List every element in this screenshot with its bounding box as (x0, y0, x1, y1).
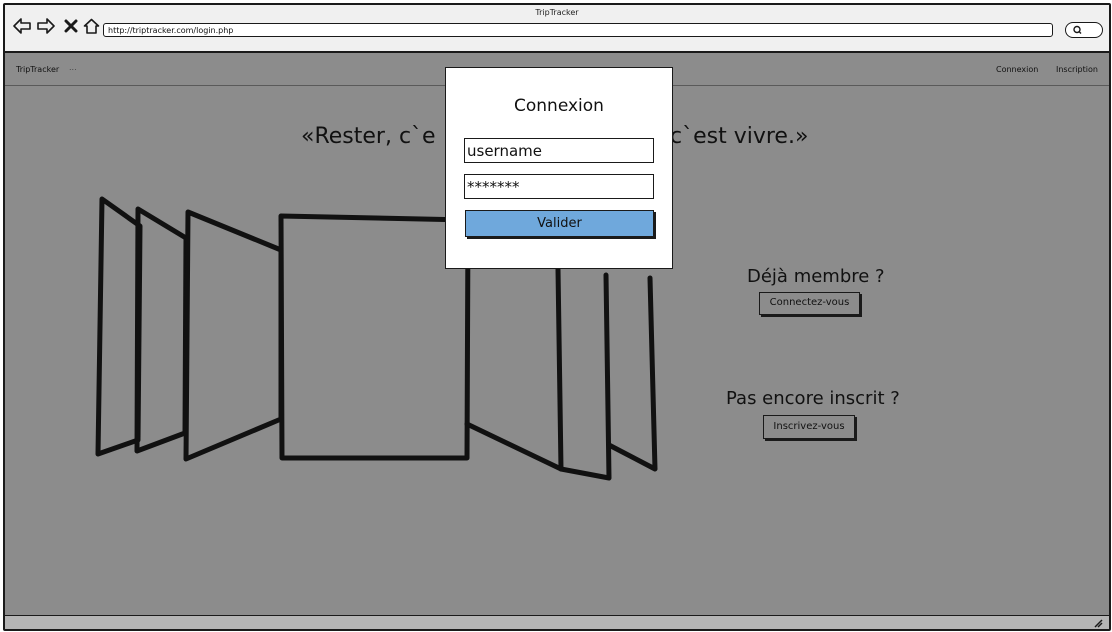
signup-heading: Pas encore inscrit ? (726, 388, 900, 409)
status-bar (5, 615, 1109, 629)
username-field[interactable] (464, 138, 654, 163)
modal-title: Connexion (514, 96, 604, 116)
signup-cta-button[interactable]: Inscrivez-vous (763, 415, 855, 439)
browser-search-button[interactable] (1065, 22, 1103, 38)
nav-link-connexion[interactable]: Connexion (996, 65, 1038, 74)
back-arrow-icon[interactable] (13, 17, 31, 35)
password-field[interactable] (464, 174, 654, 199)
forward-arrow-icon[interactable] (37, 17, 55, 35)
url-bar[interactable]: http://triptracker.com/login.php (103, 23, 1053, 37)
resize-grip-icon[interactable] (1093, 618, 1103, 629)
home-icon[interactable] (82, 17, 100, 35)
search-icon (1072, 25, 1081, 34)
close-icon[interactable] (62, 17, 80, 35)
brand-name[interactable]: TripTracker (16, 65, 59, 74)
login-cta-button[interactable]: Connectez-vous (759, 292, 860, 315)
browser-toolbar: TripTracker http://triptracker.com/login… (5, 5, 1109, 53)
member-heading: Déjà membre ? (747, 266, 885, 287)
browser-title: TripTracker (535, 8, 579, 17)
submit-button[interactable]: Valider (465, 210, 654, 237)
login-modal: Connexion Valider (445, 67, 673, 269)
nav-link-inscription[interactable]: Inscription (1056, 65, 1098, 74)
browser-window: TripTracker http://triptracker.com/login… (3, 3, 1111, 631)
brand-suffix: ... (69, 63, 77, 72)
